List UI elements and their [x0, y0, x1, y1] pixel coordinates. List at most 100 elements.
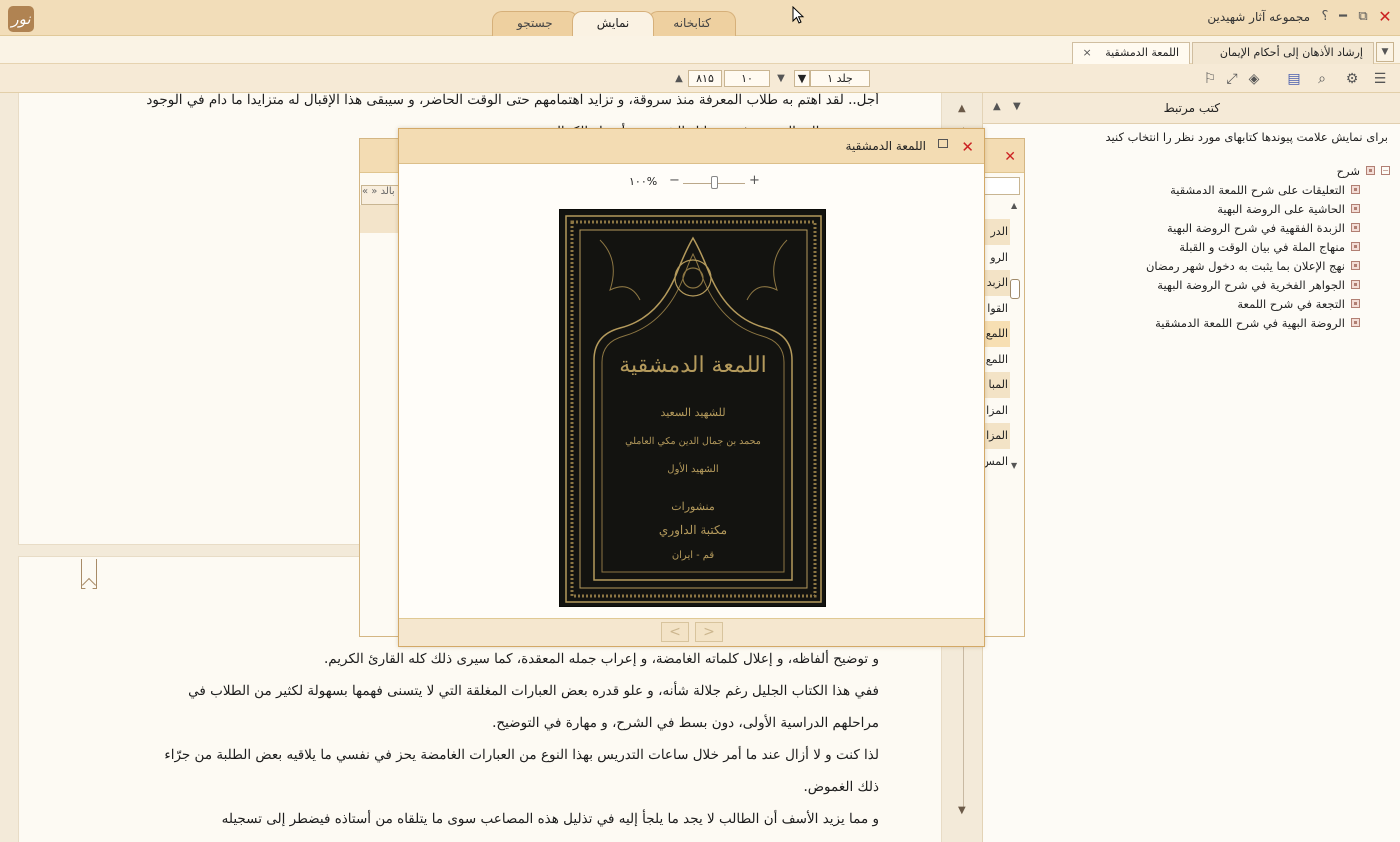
- tab-search[interactable]: جستجو: [492, 11, 578, 36]
- tree-item[interactable]: الزبدة الفقهية في شرح الروضة البهية: [1146, 218, 1360, 237]
- layers-icon[interactable]: ◈: [1244, 69, 1264, 89]
- zoom-in-icon[interactable]: +: [749, 173, 760, 188]
- tree-item-label: الجواهر الفخرية في شرح الروضة البهية: [1157, 277, 1345, 292]
- menu-icon[interactable]: ☰: [1370, 69, 1390, 89]
- checkbox-icon[interactable]: [1351, 242, 1360, 251]
- bookmark-icon[interactable]: ⚐: [1200, 69, 1220, 89]
- down-arrow-icon[interactable]: ▼: [1013, 101, 1021, 112]
- close-button[interactable]: ✕: [1376, 8, 1394, 26]
- zoom-slider[interactable]: [683, 176, 745, 189]
- checkbox-icon[interactable]: [1351, 318, 1360, 327]
- main-tabs: کتابخانه نمایش جستجو: [492, 11, 736, 36]
- volume-select[interactable]: جلد ١: [810, 70, 870, 87]
- related-books-header: ▲ ▼ کتب مرتبط: [983, 93, 1400, 124]
- tree-children: التعليقات على شرح اللمعة الدمشقية الحاشي…: [1146, 180, 1360, 332]
- text-line: و توضيح ألفاظه، و إعلال كلماته الغامضة، …: [323, 651, 879, 667]
- tree-node-label: شرح: [1336, 163, 1360, 178]
- collapse-icon[interactable]: −: [1381, 166, 1390, 175]
- tree-item[interactable]: التجعة في شرح اللمعة: [1146, 294, 1360, 313]
- tree-item[interactable]: التعليقات على شرح اللمعة الدمشقية: [1146, 180, 1360, 199]
- checkbox-icon[interactable]: [1366, 166, 1375, 175]
- gear-icon[interactable]: ⚙: [1342, 69, 1362, 89]
- scroll-down-icon[interactable]: ▼: [1011, 461, 1017, 470]
- text-line: و مما يزيد الأسف أن الطالب لا يجد ما يلج…: [221, 811, 879, 827]
- nav-buttons[interactable]: « » بالد: [361, 185, 401, 205]
- tree-item[interactable]: الحاشية على الروضة البهية: [1146, 199, 1360, 218]
- up-arrow-icon[interactable]: ▲: [672, 70, 686, 87]
- tree-item-label: الحاشية على الروضة البهية: [1217, 201, 1345, 216]
- scroll-up-icon[interactable]: ▲: [958, 103, 966, 114]
- list-scrollbar[interactable]: ▲ ▼: [1010, 201, 1020, 471]
- app-logo: نور: [8, 6, 34, 32]
- checkbox-icon[interactable]: [1351, 204, 1360, 213]
- restore-button[interactable]: ⧉: [1354, 8, 1372, 26]
- scroll-thumb[interactable]: [1010, 279, 1020, 299]
- help-button[interactable]: ؟: [1316, 8, 1334, 26]
- maximize-icon[interactable]: [938, 139, 948, 148]
- checkbox-icon[interactable]: [1351, 299, 1360, 308]
- zoom-slider-thumb[interactable]: [710, 176, 718, 189]
- book-tab-label: إرشاد الأذهان إلى أحكام الإيمان: [1219, 46, 1363, 59]
- checkbox-icon[interactable]: [1351, 261, 1360, 270]
- close-icon[interactable]: ✕: [961, 138, 974, 156]
- text-line: ذلك الغموض.: [803, 779, 879, 795]
- search-icon[interactable]: ⌕: [1312, 69, 1332, 89]
- text-line: أجل.. لقد اهتم به طلاب المعرفة منذ سروقة…: [146, 93, 879, 108]
- total-pages-field: ٨١۵: [688, 70, 722, 87]
- tabs-dropdown-button[interactable]: ▼: [1376, 42, 1394, 62]
- book-tab-lamaa[interactable]: اللمعة الدمشقية ×: [1071, 42, 1190, 64]
- tree-item-label: منهاج الملة في بيان الوقت و القبلة: [1179, 239, 1345, 254]
- tree-item[interactable]: منهاج الملة في بيان الوقت و القبلة: [1146, 237, 1360, 256]
- next-button[interactable]: >: [695, 622, 723, 642]
- checkbox-icon[interactable]: [1351, 185, 1360, 194]
- scroll-down-icon[interactable]: ▼: [958, 805, 966, 816]
- down-arrow-icon[interactable]: ▼: [774, 70, 788, 87]
- book-tab-irshad[interactable]: إرشاد الأذهان إلى أحكام الإيمان: [1192, 42, 1374, 64]
- volume-dropdown-button[interactable]: ▼: [794, 70, 810, 87]
- zoom-level-label: ١٠٠%: [629, 175, 658, 188]
- tree-root-node[interactable]: − شرح: [1146, 161, 1390, 180]
- toolbar: ▲ ٨١۵ ١٠ ▼ ▼ جلد ١ ⚐ ⤢ ◈ ▤ ⌕ ⚙ ☰: [0, 64, 1400, 93]
- cover-publisher-label: منشورات: [671, 500, 715, 513]
- tree-item[interactable]: نهج الإعلان بما يثبت به دخول شهر رمضان: [1146, 256, 1360, 275]
- close-icon[interactable]: ×: [1083, 46, 1092, 59]
- checkbox-icon[interactable]: [1351, 223, 1360, 232]
- fullscreen-icon[interactable]: ⤢: [1222, 69, 1242, 89]
- tree-item[interactable]: الجواهر الفخرية في شرح الروضة البهية: [1146, 275, 1360, 294]
- search-input[interactable]: [982, 177, 1020, 195]
- tree-item-label: التعليقات على شرح اللمعة الدمشقية: [1170, 182, 1345, 197]
- tree-item-label: التجعة في شرح اللمعة: [1237, 296, 1345, 311]
- tab-view[interactable]: نمایش: [571, 11, 655, 36]
- bookmark-icon[interactable]: [81, 559, 97, 589]
- related-books-hint: برای نمایش علامت پیوندها کتابهای مورد نظ…: [1105, 130, 1388, 144]
- tree-item[interactable]: الروضة البهية في شرح اللمعة الدمشقية: [1146, 313, 1360, 332]
- dialog-header: ✕ اللمعة الدمشقية: [399, 129, 984, 164]
- scroll-up-icon[interactable]: ▲: [1011, 201, 1017, 210]
- close-icon[interactable]: ✕: [1004, 149, 1016, 165]
- tree-item-label: الروضة البهية في شرح اللمعة الدمشقية: [1155, 315, 1345, 330]
- app-title: مجموعه آثار شهیدین: [1207, 10, 1310, 24]
- tree-item-label: نهج الإعلان بما يثبت به دخول شهر رمضان: [1145, 258, 1345, 273]
- tree-item-label: الزبدة الفقهية في شرح الروضة البهية: [1167, 220, 1345, 235]
- cover-author: محمد بن جمال الدين مكي العاملي: [625, 436, 761, 447]
- zoom-out-icon[interactable]: −: [669, 173, 680, 188]
- text-line: مراحلهم الدراسية الأولى، دون بسط في الشر…: [492, 715, 879, 731]
- checkbox-icon[interactable]: [1351, 280, 1360, 289]
- up-arrow-icon[interactable]: ▲: [993, 101, 1001, 112]
- minimize-button[interactable]: ━: [1334, 8, 1352, 26]
- cover-city: قم - ايران: [672, 550, 715, 561]
- dialog-title: اللمعة الدمشقية: [845, 139, 926, 153]
- zoom-control: ١٠٠% − +: [629, 173, 769, 191]
- tab-library[interactable]: کتابخانه: [648, 11, 736, 36]
- text-line: ففي هذا الكتاب الجليل رغم جلالة شأنه، و …: [188, 683, 879, 699]
- dialog-footer: < >: [399, 618, 984, 646]
- document-icon[interactable]: ▤: [1284, 69, 1304, 89]
- page-number-input[interactable]: ١٠: [724, 70, 770, 87]
- book-tabs-bar: اللمعة الدمشقية × إرشاد الأذهان إلى أحكا…: [0, 36, 1400, 64]
- related-books-tree: − شرح التعليقات على شرح اللمعة الدمشقية …: [1146, 161, 1390, 332]
- image-viewer-dialog: ✕ اللمعة الدمشقية ١٠٠% − + اللمعة الدمشق…: [398, 128, 985, 647]
- cover-subtitle: للشهيد السعيد: [660, 406, 725, 419]
- cover-title: اللمعة الدمشقية: [619, 353, 767, 378]
- previous-button[interactable]: <: [661, 622, 689, 642]
- mouse-cursor-icon: [792, 6, 805, 24]
